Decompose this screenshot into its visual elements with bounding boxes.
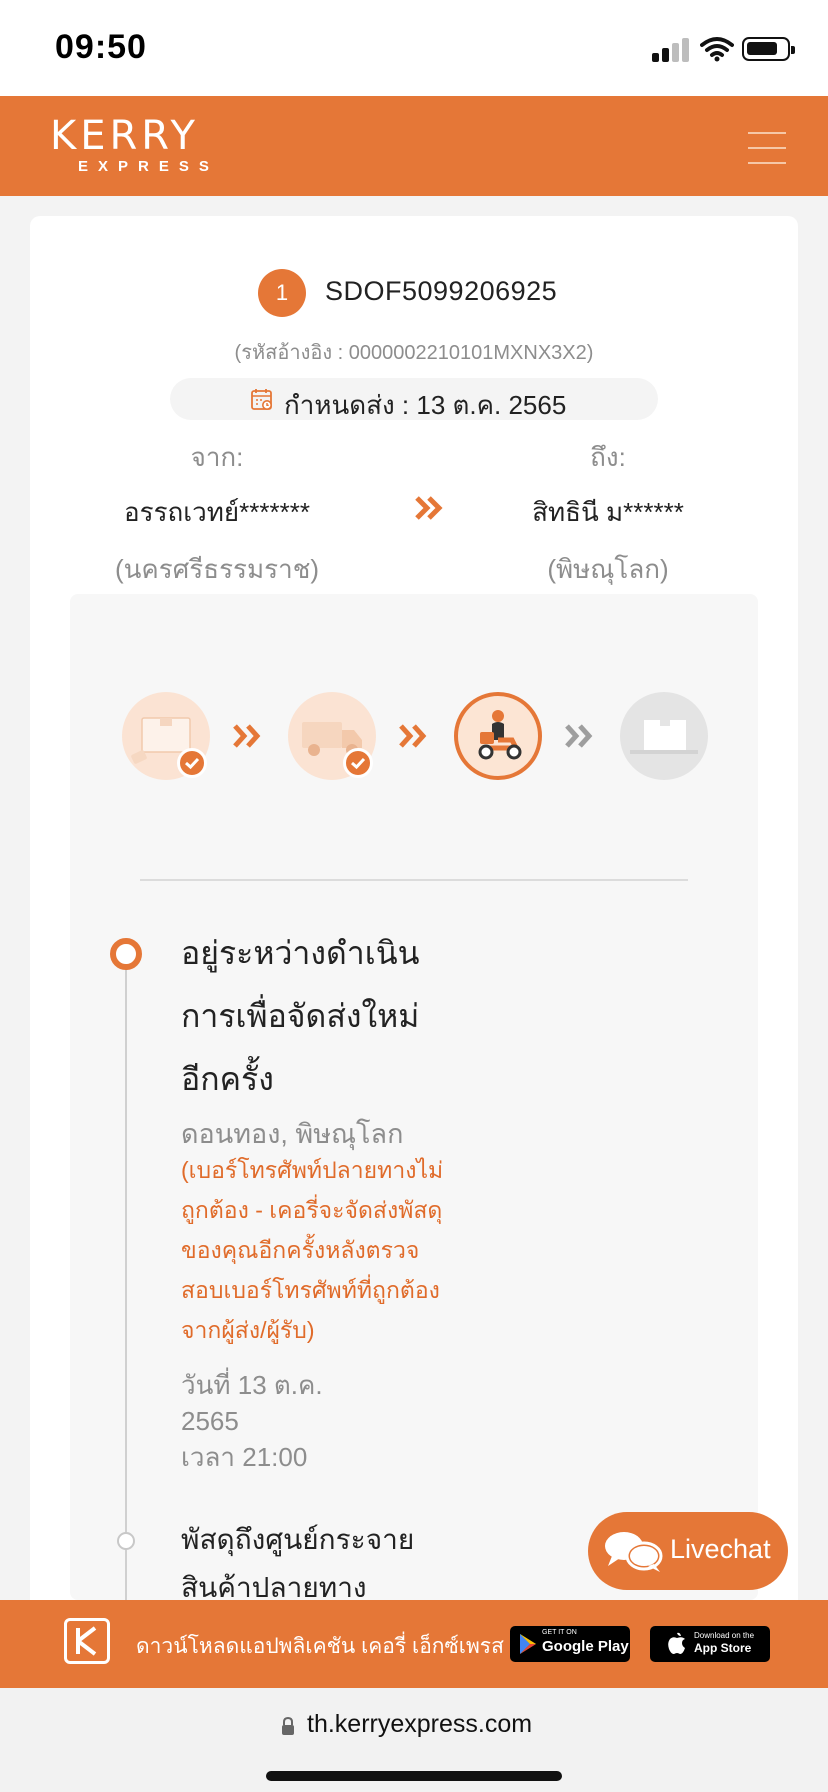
delivery-scooter-icon <box>478 710 522 760</box>
step-chevron-2-icon <box>399 724 427 748</box>
double-chevron-right-icon <box>415 496 443 520</box>
cellular-signal-icon <box>652 38 692 62</box>
status-bar: 09:50 <box>0 0 828 96</box>
app-store-small-text: Download on the <box>694 1631 755 1640</box>
url-text: th.kerryexpress.com <box>307 1710 533 1738</box>
logo-sub-text: EXPRESS <box>78 158 219 175</box>
due-date-text: กำหนดส่ง : 13 ต.ค. 2565 <box>284 390 567 420</box>
recipient-column: ถึง: สิทธินี ม****** (พิษณุโลก) <box>458 437 758 590</box>
progress-divider <box>140 879 688 881</box>
google-play-small-text: GET IT ON <box>542 1629 577 1636</box>
lock-icon <box>282 1716 294 1735</box>
event-2-title: พัสดุถึงศูนย์กระจายสินค้าปลายทาง <box>181 1524 415 1603</box>
event-title: อยู่ระหว่างดำเนินการเพื่อจัดส่งใหม่อีกคร… <box>181 935 420 1097</box>
step-chevron-3-icon <box>565 724 593 748</box>
event-date: วันที่ 13 ต.ค. 2565 <box>181 1370 323 1436</box>
google-play-label: Google Play <box>542 1638 629 1655</box>
wifi-icon <box>700 37 734 62</box>
status-time: 09:50 <box>55 28 147 66</box>
hamburger-menu-icon[interactable] <box>748 132 786 164</box>
recipient-province: (พิษณุโลก) <box>547 554 669 584</box>
event-location: ดอนทอง, พิษณุโลก <box>181 1119 404 1149</box>
google-play-button[interactable]: GET IT ON Google Play <box>510 1626 630 1662</box>
recipient-name: สิทธินี ม****** <box>532 497 684 527</box>
sender-column: จาก: อรรถเวทย์******* (นครศรีธรรมราช) <box>67 437 367 590</box>
kerry-logo[interactable]: KERRY EXPRESS <box>50 116 219 175</box>
step-chevron-1-icon <box>233 724 261 748</box>
app-store-button[interactable]: Download on the App Store <box>650 1626 770 1662</box>
app-download-banner: ดาวน์โหลดแอปพลิเคชัน เคอรี่ เอ็กซ์เพรส G… <box>0 1600 828 1688</box>
from-label: จาก: <box>190 442 244 472</box>
logo-main-text: KERRY <box>50 113 199 159</box>
kerry-app-logo <box>64 1618 110 1664</box>
to-label: ถึง: <box>590 442 626 472</box>
chat-bubbles-icon <box>605 1532 663 1572</box>
app-store-label: App Store <box>694 1641 752 1655</box>
timeline-current-dot <box>110 938 142 970</box>
event-datetime: วันที่ 13 ต.ค. 2565 เวลา 21:00 <box>181 1367 381 1475</box>
timeline-line <box>125 952 127 1600</box>
tracking-number: SDOF5099206925 <box>325 276 558 306</box>
event-note: (เบอร์โทรศัพท์ปลายทางไม่ถูกต้อง - เคอรี่… <box>181 1157 444 1343</box>
calendar-icon <box>251 389 272 410</box>
sender-province: (นครศรีธรรมราช) <box>114 554 320 584</box>
timeline-past-dot <box>117 1532 135 1550</box>
livechat-button[interactable]: Livechat <box>588 1512 788 1590</box>
battery-icon <box>742 37 795 61</box>
shipment-index-badge: 1 <box>258 269 306 317</box>
step-1-check-icon <box>177 748 207 778</box>
apple-icon <box>668 1632 685 1654</box>
browser-url-bar[interactable]: th.kerryexpress.com <box>0 1688 828 1792</box>
step-2-check-icon <box>343 748 373 778</box>
delivered-box-icon <box>630 720 698 754</box>
reference-code: (รหัสอ้างอิง : 0000002210101MXNX3X2) <box>234 342 594 364</box>
app-download-text: ดาวน์โหลดแอปพลิเคชัน เคอรี่ เอ็กซ์เพรส <box>136 1635 504 1658</box>
sender-name: อรรถเวทย์******* <box>124 497 310 527</box>
step-out-for-delivery <box>454 692 542 780</box>
step-delivered <box>620 692 708 780</box>
google-play-icon <box>520 1634 536 1654</box>
site-header: KERRY EXPRESS <box>0 96 828 196</box>
home-indicator <box>266 1771 562 1781</box>
event-time: เวลา 21:00 <box>181 1442 308 1472</box>
due-date-pill: กำหนดส่ง : 13 ต.ค. 2565 <box>170 378 658 420</box>
livechat-label: Livechat <box>670 1534 771 1564</box>
